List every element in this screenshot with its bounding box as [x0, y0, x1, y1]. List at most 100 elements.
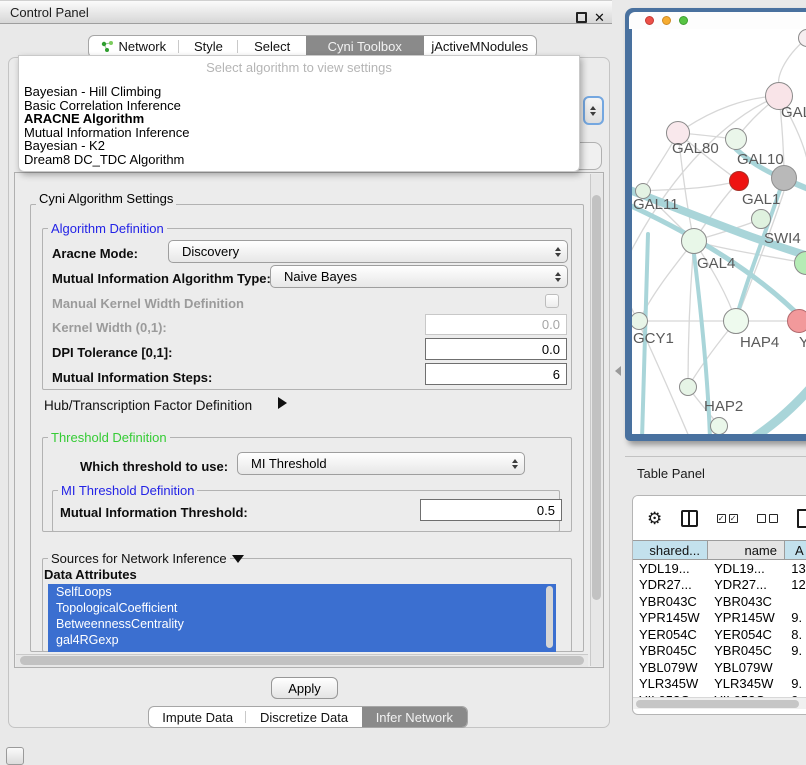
dropdown-item-selected[interactable]: ARACNE Algorithm	[19, 112, 579, 126]
kernel-width-label: Kernel Width (0,1):	[52, 320, 167, 335]
combo-arrows-icon	[555, 272, 561, 282]
list-item[interactable]: SelfLoops	[48, 584, 556, 600]
table-row[interactable]: YBL079W YBL079W	[633, 659, 806, 676]
gear-icon[interactable]: ⚙	[647, 510, 662, 527]
dropdown-item[interactable]: Mutual Information Inference	[19, 126, 579, 140]
node-label: GAL4	[697, 255, 735, 272]
table-horizontal-scrollbar[interactable]	[633, 697, 806, 709]
panel-divider-collapse-icon[interactable]	[615, 366, 621, 376]
apply-button[interactable]: Apply	[271, 677, 338, 699]
list-scrollbar-thumb[interactable]	[546, 586, 553, 648]
tab-cyni-toolbox[interactable]: Cyni Toolbox	[306, 36, 423, 57]
minimize-traffic-light-icon[interactable]	[662, 16, 671, 25]
node-gal1[interactable]	[751, 209, 771, 229]
which-threshold-select[interactable]: MI Threshold	[237, 452, 525, 475]
node-gray[interactable]	[771, 165, 797, 191]
dropdown-placeholder: Select algorithm to view settings	[19, 56, 579, 75]
dropdown-item[interactable]: Basic Correlation Inference	[19, 99, 579, 113]
data-attributes-list[interactable]: SelfLoops TopologicalCoefficient Between…	[48, 584, 556, 652]
node-gal10[interactable]	[725, 128, 747, 150]
float-window-icon[interactable]	[576, 12, 587, 23]
node-hap2[interactable]	[679, 378, 697, 396]
column-header-partial[interactable]: A	[785, 541, 806, 559]
node-partial-bottom[interactable]	[710, 417, 728, 434]
algorithm-dropdown-popup: Select algorithm to view settings Bayesi…	[18, 55, 580, 172]
network-canvas[interactable]: GAL GAL80 GAL10 GAL11 GAL1 SWI4 GAL4 GCY…	[632, 29, 806, 434]
list-item[interactable]: gal4RGexp	[48, 632, 556, 648]
tab-discretize-data[interactable]: Discretize Data	[246, 707, 361, 727]
aracne-mode-select[interactable]: Discovery	[168, 240, 568, 263]
dropdown-item[interactable]: Bayesian - Hill Climbing	[19, 85, 579, 99]
manual-kernel-width-label: Manual Kernel Width Definition	[52, 296, 244, 311]
mi-steps-field[interactable]: 6	[425, 363, 567, 385]
data-attributes-label: Data Attributes	[44, 567, 137, 582]
deselect-all-checks-icon[interactable]	[757, 514, 778, 523]
table-row[interactable]: YDL19... YDL19... 13	[633, 560, 806, 577]
tab-style[interactable]: Style	[179, 36, 239, 57]
table-row[interactable]: YLR345W YLR345W 9.	[633, 676, 806, 693]
table-row[interactable]: YBR043C YBR043C	[633, 593, 806, 610]
sources-legend[interactable]: Sources for Network Inference	[48, 551, 230, 566]
node-label: GAL11	[633, 196, 679, 213]
aracne-mode-label: Aracne Mode:	[52, 246, 138, 261]
list-item[interactable]: BetweennessCentrality	[48, 616, 556, 632]
mi-threshold-label: Mutual Information Threshold:	[60, 505, 248, 520]
manual-kernel-width-checkbox[interactable]	[545, 294, 559, 308]
combo-arrows-icon	[512, 459, 518, 469]
panel-grip-button[interactable]	[6, 747, 24, 765]
dropdown-item[interactable]: Dream8 DC_TDC Algorithm	[19, 153, 579, 167]
expand-right-icon[interactable]	[278, 397, 287, 409]
collapse-down-icon[interactable]	[232, 555, 244, 563]
split-columns-icon[interactable]	[681, 510, 697, 527]
close-icon[interactable]: ✕	[594, 12, 605, 23]
control-panel-titlebar[interactable]: Control Panel	[0, 0, 612, 24]
column-header-name[interactable]: name	[708, 541, 785, 559]
algorithm-definition-legend: Algorithm Definition	[48, 221, 167, 236]
table-panel-title: Table Panel	[625, 456, 806, 490]
tab-network[interactable]: Network	[89, 36, 179, 57]
vertical-scrollbar-thumb[interactable]	[592, 195, 601, 600]
algorithm-combobox-fragment[interactable]	[583, 96, 604, 125]
node-salmon[interactable]	[787, 309, 806, 333]
network-icon	[101, 40, 114, 53]
cyni-algorithm-settings-legend: Cyni Algorithm Settings	[36, 191, 176, 206]
node-label: GCY1	[633, 330, 674, 347]
network-window-titlebar[interactable]	[629, 12, 806, 29]
table-horizontal-scrollbar-thumb[interactable]	[636, 700, 799, 708]
node-gal4[interactable]	[681, 228, 707, 254]
close-traffic-light-icon[interactable]	[645, 16, 654, 25]
mi-algorithm-type-label: Mutual Information Algorithm Type:	[52, 271, 271, 286]
node-label: GAL10	[737, 151, 784, 168]
kernel-width-field: 0.0	[425, 314, 567, 335]
node-label: HAP2	[704, 398, 743, 415]
tab-select[interactable]: Select	[238, 36, 306, 57]
tab-jactivemnodules[interactable]: jActiveMNodules	[424, 36, 537, 57]
tab-infer-network[interactable]: Infer Network	[362, 707, 467, 727]
column-header-shared-name[interactable]: shared...	[633, 541, 708, 559]
node-label: Y	[799, 334, 806, 351]
mi-algorithm-type-select[interactable]: Naive Bayes	[270, 265, 568, 288]
list-item[interactable]: TopologicalCoefficient	[48, 600, 556, 616]
dropdown-item[interactable]: Bayesian - K2	[19, 139, 579, 153]
export-table-icon[interactable]	[797, 509, 806, 528]
select-all-checks-icon[interactable]	[717, 514, 738, 523]
tab-impute-data[interactable]: Impute Data	[149, 707, 246, 727]
table-row[interactable]: YER054C YER054C 8.	[633, 626, 806, 643]
node-hap4[interactable]	[723, 308, 749, 334]
table-row[interactable]: YBR045C YBR045C 9.	[633, 643, 806, 660]
table-row[interactable]: YPR145W YPR145W 9.	[633, 610, 806, 627]
zoom-traffic-light-icon[interactable]	[679, 16, 688, 25]
mi-threshold-field[interactable]: 0.5	[420, 499, 562, 521]
table-row[interactable]: YDR27... YDR27... 12	[633, 577, 806, 594]
table-panel-card: ⚙ shared... name A YDL19... YDL19... 13 …	[632, 495, 806, 715]
which-threshold-label: Which threshold to use:	[80, 459, 228, 474]
node-red[interactable]	[729, 171, 749, 191]
horizontal-scrollbar-thumb[interactable]	[20, 656, 584, 665]
mi-steps-label: Mutual Information Steps:	[52, 370, 212, 385]
bottom-tabbar: Impute Data Discretize Data Infer Networ…	[148, 706, 468, 728]
dpi-tolerance-field[interactable]: 0.0	[425, 338, 567, 360]
node-label: SWI4	[764, 230, 801, 247]
hub-definition-label[interactable]: Hub/Transcription Factor Definition	[44, 398, 252, 413]
threshold-definition-legend: Threshold Definition	[48, 430, 170, 445]
dpi-tolerance-label: DPI Tolerance [0,1]:	[52, 345, 172, 360]
